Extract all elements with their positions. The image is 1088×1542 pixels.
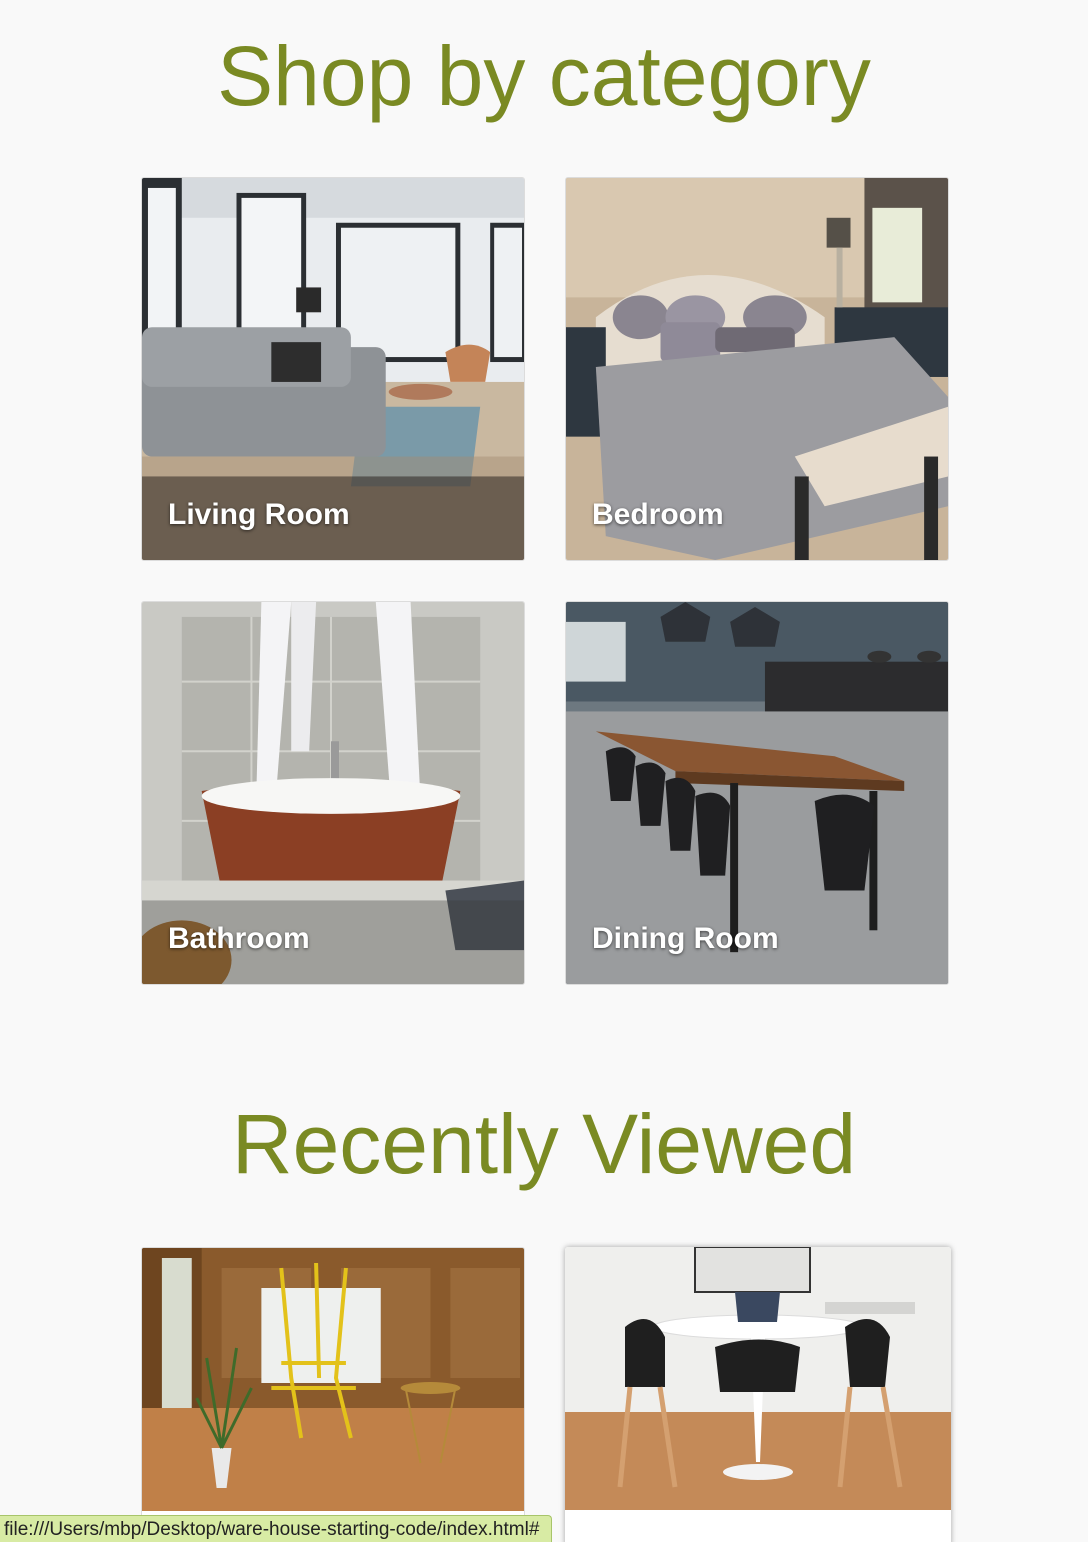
page: Shop by category Living Room Bedroom Bat… — [0, 0, 1088, 1542]
category-card-dining-room[interactable]: Dining Room — [565, 601, 949, 985]
yellow-chair-image — [142, 1248, 524, 1511]
category-card-bathroom[interactable]: Bathroom — [141, 601, 525, 985]
recent-product-card-dining-set[interactable] — [565, 1247, 951, 1542]
category-label-bedroom: Bedroom — [592, 498, 724, 531]
recent-product-card-yellow-chair[interactable] — [141, 1247, 525, 1542]
category-label-dining-room: Dining Room — [592, 922, 779, 955]
category-label-living-room: Living Room — [168, 498, 350, 531]
browser-status-bar-url: file:///Users/mbp/Desktop/ware-house-sta… — [0, 1515, 553, 1542]
shop-by-category-heading: Shop by category — [217, 29, 871, 123]
category-card-bedroom[interactable]: Bedroom — [565, 177, 949, 561]
recently-viewed-heading: Recently Viewed — [231, 1097, 857, 1191]
category-card-living-room[interactable]: Living Room — [141, 177, 525, 561]
round-table-set-image — [565, 1247, 951, 1510]
category-label-bathroom: Bathroom — [168, 922, 310, 955]
